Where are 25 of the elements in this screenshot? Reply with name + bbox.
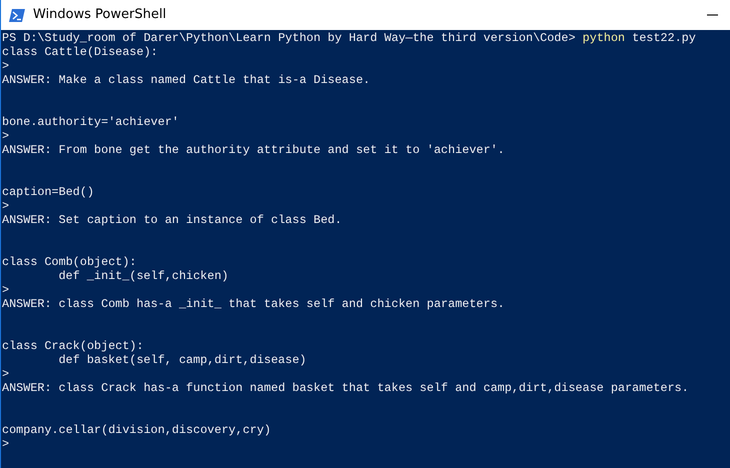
- code-line: class Cattle(Disease):: [2, 45, 158, 59]
- input-prompt: >: [2, 129, 10, 143]
- input-prompt: >: [2, 59, 10, 73]
- input-prompt: >: [2, 283, 10, 297]
- code-line: def basket(self, camp,dirt,disease): [58, 353, 306, 367]
- code-line: bone.authority='achiever': [2, 115, 179, 129]
- command-argument: test22.py: [632, 31, 696, 45]
- window-title: Windows PowerShell: [33, 6, 166, 24]
- command-text: python: [582, 31, 626, 45]
- input-prompt: >: [2, 367, 10, 381]
- answer-text: ANSWER: Make a class named Cattle that is-a Disease.: [2, 73, 370, 87]
- prompt-path: PS D:\Study_room of Darer\Python\Learn Python by Hard Way—the third version\Code>: [2, 31, 576, 45]
- input-prompt: >: [2, 199, 10, 213]
- answer-text: ANSWER: class Comb has-a _init_ that takes self and chicken parameters.: [2, 297, 505, 311]
- answer-text: ANSWER: From bone get the authority attribute and set it to 'achiever'.: [2, 143, 505, 157]
- answer-text: ANSWER: class Crack has-a function named basket that takes self and camp,dirt,disease parameters.: [2, 381, 689, 395]
- code-line: class Comb(object):: [2, 255, 137, 269]
- input-prompt: >: [2, 437, 10, 451]
- powershell-icon: [9, 8, 25, 22]
- minimize-icon[interactable]: [707, 14, 718, 16]
- answer-text: ANSWER: Set caption to an instance of class Bed.: [2, 213, 342, 227]
- code-line: class Crack(object):: [2, 339, 144, 353]
- code-line: company.cellar(division,discovery,cry): [2, 423, 272, 437]
- code-line: caption=Bed(): [2, 185, 94, 199]
- code-line: def _init_(self,chicken): [58, 269, 228, 283]
